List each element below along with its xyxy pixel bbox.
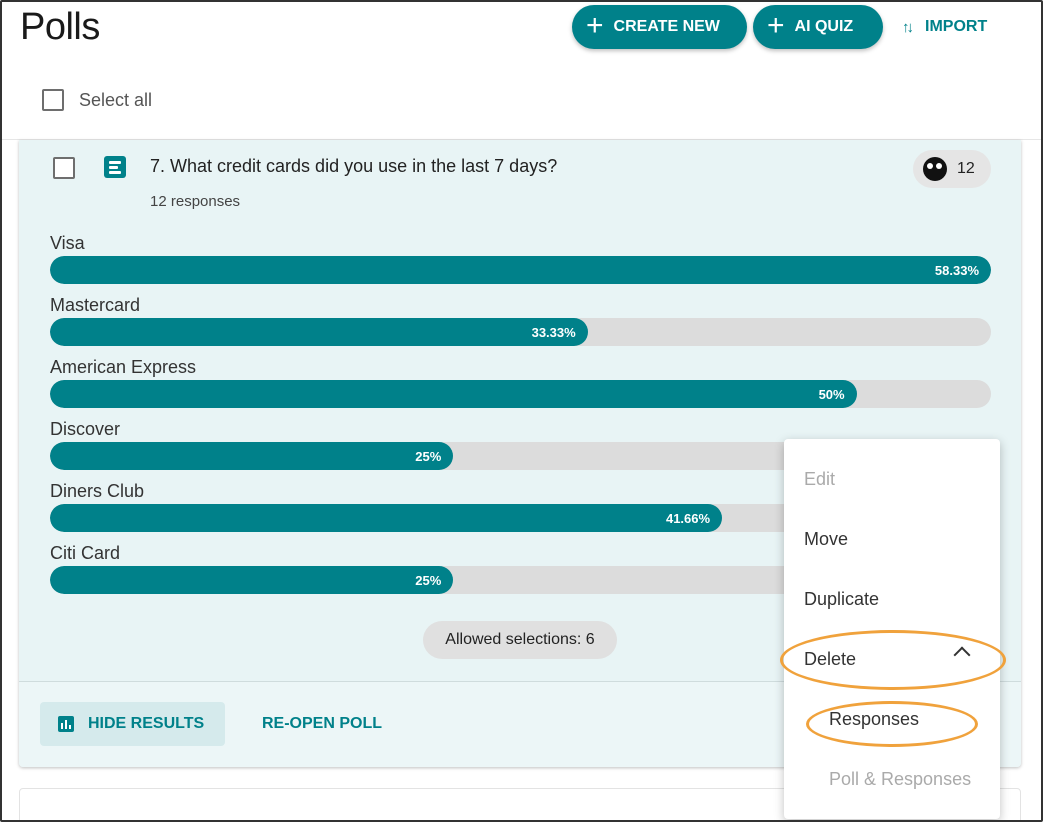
bar-chart-icon: [58, 716, 74, 732]
poll-actions-menu: Edit Move Duplicate Delete Responses Pol…: [784, 439, 1000, 819]
poll-option-label: Visa: [50, 233, 85, 253]
select-all-control[interactable]: Select all: [42, 89, 152, 111]
poll-checkbox[interactable]: [53, 157, 75, 179]
create-new-button[interactable]: + CREATE NEW: [572, 5, 747, 49]
menu-item-edit[interactable]: Edit: [804, 469, 835, 490]
poll-option-bar-fill: 25%: [50, 566, 454, 594]
page-header: Polls + CREATE NEW + AI QUIZ ↑↓ IMPORT S…: [2, 2, 1041, 140]
poll-option-bar-track: 50%: [50, 380, 991, 408]
select-all-label: Select all: [79, 89, 153, 110]
plus-icon: +: [767, 8, 785, 42]
ai-quiz-label: AI QUIZ: [794, 18, 854, 35]
poll-option: Visa 58.33%: [50, 232, 991, 284]
hide-results-button[interactable]: HIDE RESULTS: [40, 702, 225, 746]
poll-option-bar-fill: 33.33%: [50, 318, 588, 346]
plus-icon: +: [586, 8, 604, 42]
menu-item-duplicate[interactable]: Duplicate: [804, 589, 879, 610]
create-new-label: CREATE NEW: [613, 18, 720, 35]
import-button[interactable]: ↑↓ IMPORT: [902, 5, 987, 49]
hide-results-label: HIDE RESULTS: [88, 715, 205, 732]
poll-option: American Express 50%: [50, 356, 991, 408]
ai-quiz-button[interactable]: + AI QUIZ: [753, 5, 883, 49]
menu-item-delete-responses[interactable]: Responses: [829, 709, 919, 730]
poll-option-bar-fill: 25%: [50, 442, 454, 470]
poll-option-bar-track: 33.33%: [50, 318, 991, 346]
allowed-selections-chip: Allowed selections: 6: [423, 621, 617, 659]
sort-arrows-icon: ↑↓: [902, 18, 914, 36]
poll-response-summary: 12 responses: [150, 193, 241, 210]
chevron-up-icon: [953, 646, 971, 664]
menu-item-delete-poll-and-responses[interactable]: Poll & Responses: [829, 769, 971, 790]
poll-option: Mastercard 33.33%: [50, 294, 991, 346]
participants-badge[interactable]: 12: [913, 150, 991, 188]
reopen-poll-button[interactable]: RE-OPEN POLL: [262, 702, 382, 746]
poll-option-label: Discover: [50, 419, 121, 439]
poll-option-bar-track: 58.33%: [50, 256, 991, 284]
participants-count: 12: [957, 160, 975, 177]
participants-icon: [923, 157, 947, 181]
select-all-checkbox[interactable]: [42, 89, 64, 111]
menu-item-move[interactable]: Move: [804, 529, 848, 550]
page-title: Polls: [20, 6, 100, 48]
poll-option-label: American Express: [50, 357, 197, 377]
poll-option-bar-fill: 41.66%: [50, 504, 723, 532]
import-label: IMPORT: [925, 18, 988, 35]
poll-question[interactable]: 7. What credit cards did you use in the …: [150, 156, 557, 177]
poll-option-bar-fill: 50%: [50, 380, 857, 408]
poll-option-label: Mastercard: [50, 295, 141, 315]
poll-option-bar-fill: 58.33%: [50, 256, 991, 284]
multiple-choice-icon: [104, 156, 126, 178]
menu-item-delete[interactable]: Delete: [804, 649, 856, 670]
